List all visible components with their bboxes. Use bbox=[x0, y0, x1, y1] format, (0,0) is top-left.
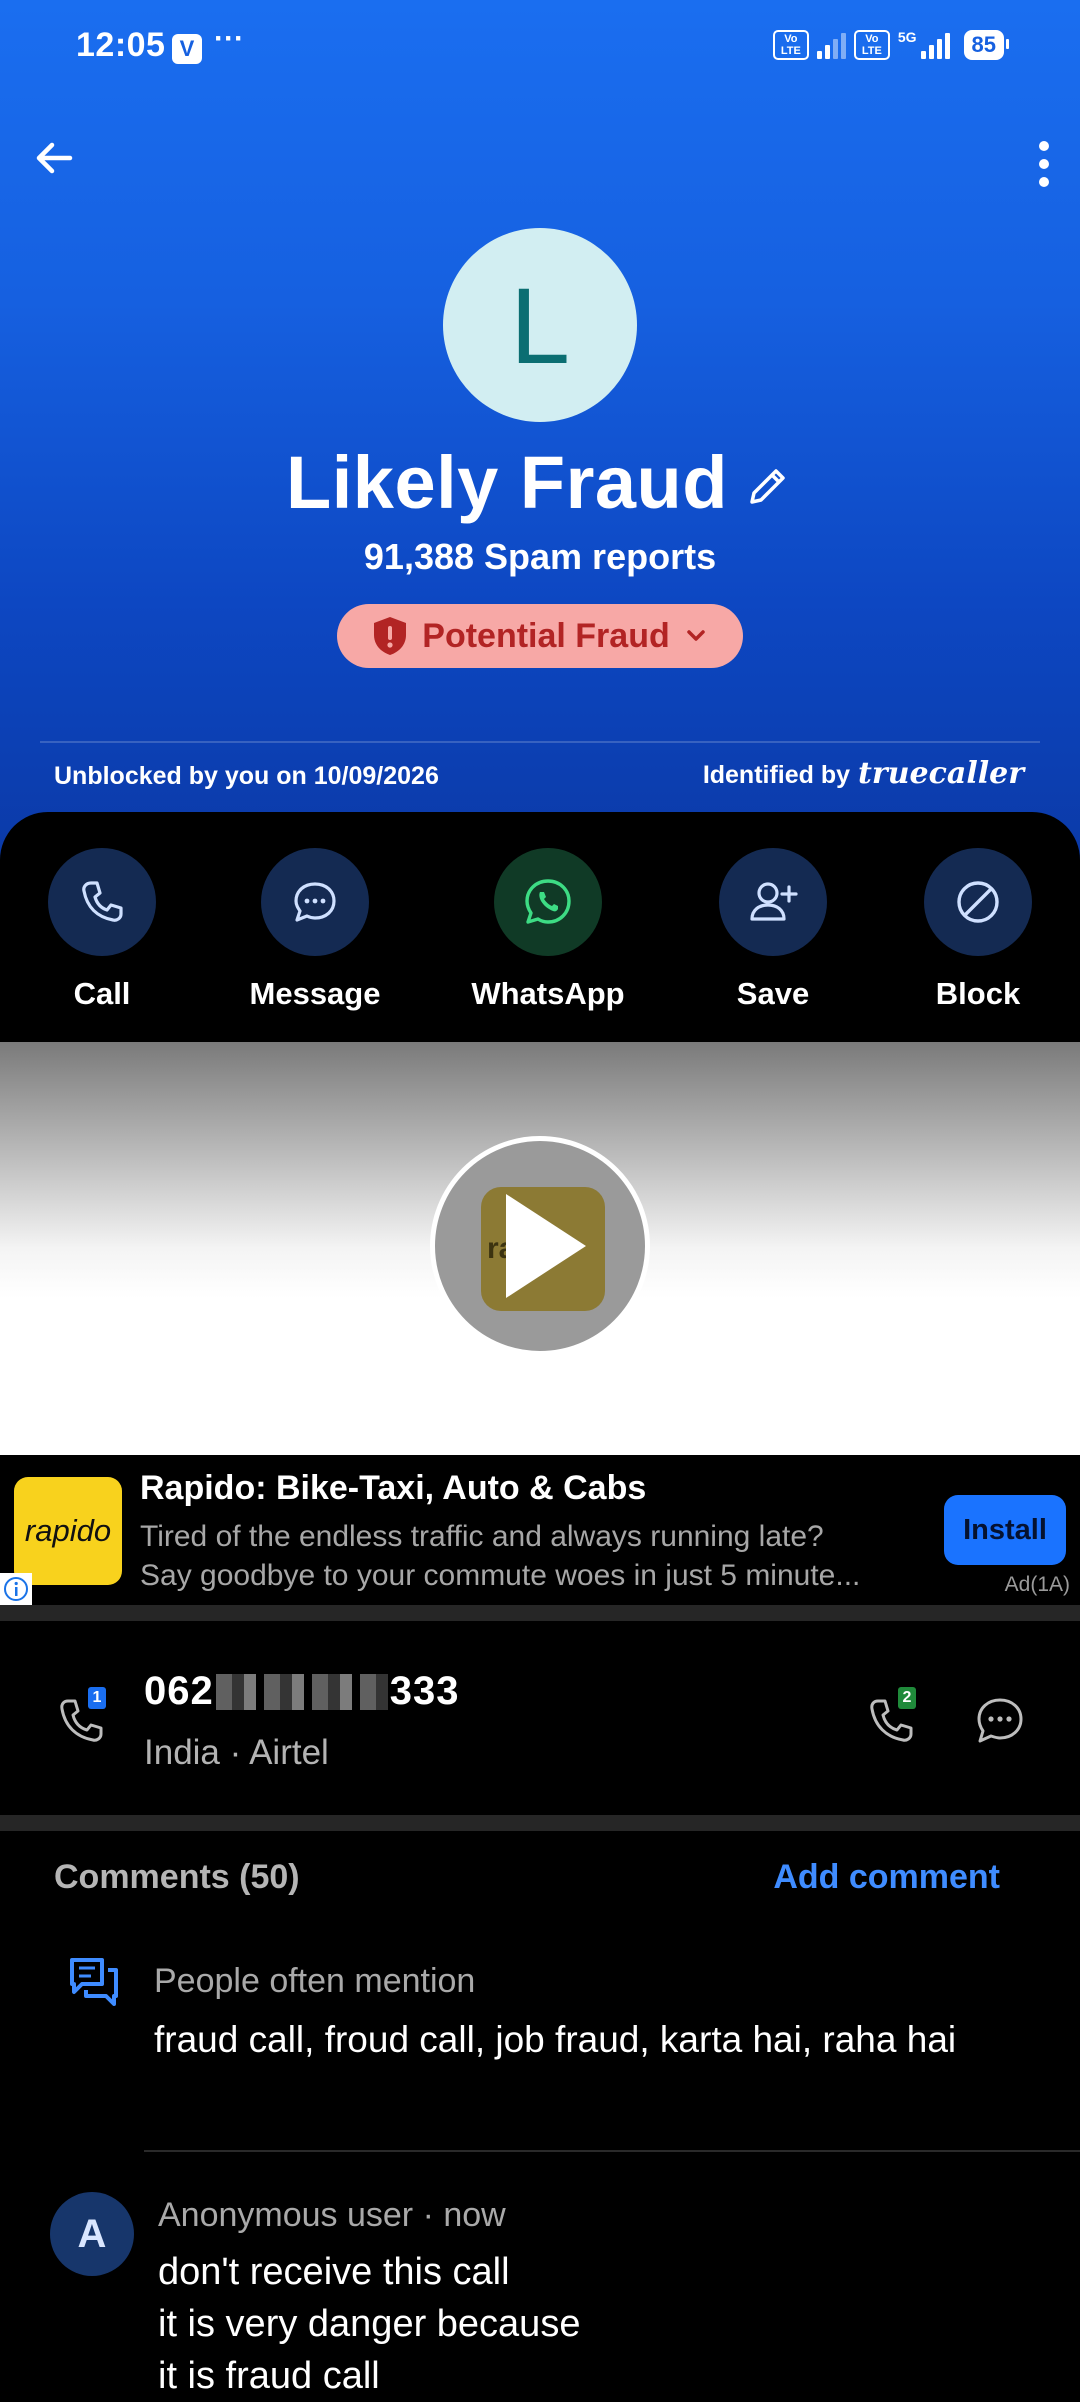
comment-body: don't receive this call it is very dange… bbox=[158, 2246, 580, 2402]
redacted-digits bbox=[215, 1673, 388, 1710]
forum-icon bbox=[68, 1956, 120, 2006]
chat-bubble-icon bbox=[977, 1698, 1023, 1743]
message-label: Message bbox=[249, 976, 381, 1011]
volte-icon: Vo LTE bbox=[772, 30, 809, 60]
truecaller-logo: truecaller bbox=[858, 756, 1024, 791]
back-button[interactable] bbox=[30, 134, 78, 182]
sms-button[interactable] bbox=[970, 1691, 1030, 1751]
comment-line: it is fraud call bbox=[158, 2355, 380, 2397]
call-button[interactable]: Call bbox=[12, 848, 192, 1012]
battery-icon: 85 bbox=[963, 30, 1010, 60]
status-more-icon: ··· bbox=[214, 22, 244, 55]
app-badge-icon: V bbox=[172, 34, 202, 64]
whatsapp-button[interactable]: WhatsApp bbox=[458, 848, 638, 1012]
sim2-badge: 2 bbox=[898, 1687, 916, 1709]
video-ad-player[interactable]: ra bbox=[0, 1042, 1080, 1455]
whatsapp-label: WhatsApp bbox=[471, 976, 625, 1011]
ad-banner[interactable]: rapido Rapido: Bike-Taxi, Auto & Cabs Ti… bbox=[0, 1455, 1080, 1605]
spam-reports-count: 91,388 Spam reports bbox=[363, 536, 717, 577]
comment-avatar: A bbox=[50, 2192, 134, 2276]
play-button[interactable]: ra bbox=[430, 1136, 650, 1356]
phone-number-row[interactable]: 1 062 333 India · Airtel 2 bbox=[0, 1621, 1080, 1815]
contact-header: 12:05 V ··· Vo LTE Vo LTE 5G 85 L Likely… bbox=[0, 0, 1080, 860]
ad-title: Rapido: Bike-Taxi, Auto & Cabs bbox=[140, 1469, 647, 1507]
status-bar: 12:05 V ··· Vo LTE Vo LTE 5G 85 bbox=[0, 0, 1080, 96]
comments-header: Comments (50) Add comment bbox=[0, 1832, 1080, 1942]
save-circle[interactable] bbox=[719, 848, 827, 956]
save-button[interactable]: Save bbox=[683, 848, 863, 1012]
contact-name-row: Likely Fraud bbox=[0, 432, 1080, 532]
message-circle[interactable] bbox=[261, 848, 369, 956]
chevron-down-icon bbox=[686, 630, 705, 641]
comment-line: it is very danger because bbox=[158, 2303, 581, 2345]
network-type: 5G bbox=[897, 29, 917, 45]
whatsapp-icon bbox=[525, 879, 571, 924]
identified-by-label: Identified by bbox=[702, 761, 851, 789]
action-bar: Call Message WhatsApp Save Block bbox=[0, 812, 1080, 1042]
call-circle[interactable] bbox=[48, 848, 156, 956]
comment-divider bbox=[144, 2150, 1080, 2152]
unblocked-note: Unblocked by you on 10/09/2026 bbox=[54, 762, 439, 790]
phone-icon bbox=[82, 881, 123, 922]
block-label: Block bbox=[935, 976, 1021, 1011]
carrier-info: India · Airtel bbox=[144, 1733, 329, 1772]
mention-keywords: fraud call, froud call, job fraud, karta… bbox=[154, 2019, 957, 2060]
ad-description: Tired of the endless traffic and always … bbox=[140, 1517, 930, 1595]
contact-avatar[interactable]: L bbox=[443, 228, 637, 422]
potential-fraud-badge[interactable]: Potential Fraud bbox=[337, 604, 743, 668]
add-person-icon bbox=[750, 882, 798, 921]
contact-name: Likely Fraud bbox=[286, 440, 728, 524]
shield-alert-icon bbox=[374, 617, 407, 655]
add-comment-button[interactable]: Add comment bbox=[773, 1858, 1000, 1897]
volte-icon: Vo LTE bbox=[853, 30, 890, 60]
chat-bubble-icon bbox=[294, 882, 336, 922]
ad-info-icon[interactable] bbox=[0, 1573, 32, 1605]
signal-icon bbox=[920, 31, 950, 59]
save-label: Save bbox=[736, 976, 810, 1011]
header-divider bbox=[40, 741, 1040, 743]
comment-meta: Anonymous user · now bbox=[158, 2196, 506, 2234]
signal-icon bbox=[816, 31, 846, 59]
block-icon bbox=[957, 881, 999, 923]
message-button[interactable]: Message bbox=[225, 848, 405, 1012]
whatsapp-circle[interactable] bbox=[494, 848, 602, 956]
section-separator bbox=[0, 1815, 1080, 1831]
identified-by: Identified by truecaller bbox=[703, 756, 1024, 791]
comment-line: don't receive this call bbox=[158, 2251, 510, 2293]
phone-number-prefix: 062 bbox=[144, 1669, 214, 1713]
ad-tag: Ad(1A) bbox=[1004, 1573, 1070, 1596]
mention-label: People often mention bbox=[154, 1962, 476, 2000]
status-time: 12:05 bbox=[76, 26, 166, 64]
rapido-logo: rapido bbox=[14, 1477, 122, 1585]
comment-item[interactable]: A Anonymous user · now don't receive thi… bbox=[0, 2170, 1080, 2400]
phone-number-suffix: 333 bbox=[389, 1669, 460, 1713]
install-button[interactable]: Install bbox=[944, 1495, 1066, 1565]
play-icon bbox=[506, 1194, 586, 1298]
sim1-call-button[interactable]: 1 bbox=[54, 1687, 110, 1749]
status-indicators: Vo LTE Vo LTE 5G 85 bbox=[772, 29, 1010, 60]
ad-description-line: Say goodbye to your commute woes in just… bbox=[140, 1559, 861, 1592]
sim2-call-button[interactable]: 2 bbox=[864, 1687, 920, 1749]
vertical-dots-icon bbox=[1039, 141, 1049, 187]
section-separator bbox=[0, 1605, 1080, 1621]
call-label: Call bbox=[73, 976, 131, 1011]
ad-description-line: Tired of the endless traffic and always … bbox=[140, 1520, 824, 1553]
block-circle[interactable] bbox=[924, 848, 1032, 956]
fraud-label: Potential Fraud bbox=[422, 616, 670, 655]
sim1-badge: 1 bbox=[88, 1687, 106, 1709]
phone-number[interactable]: 062 333 bbox=[144, 1669, 460, 1714]
edit-pencil-icon[interactable] bbox=[742, 460, 794, 512]
more-options-button[interactable] bbox=[1022, 134, 1066, 194]
block-button[interactable]: Block bbox=[888, 848, 1068, 1012]
arrow-left-icon bbox=[36, 142, 73, 174]
comments-title: Comments (50) bbox=[54, 1858, 300, 1896]
